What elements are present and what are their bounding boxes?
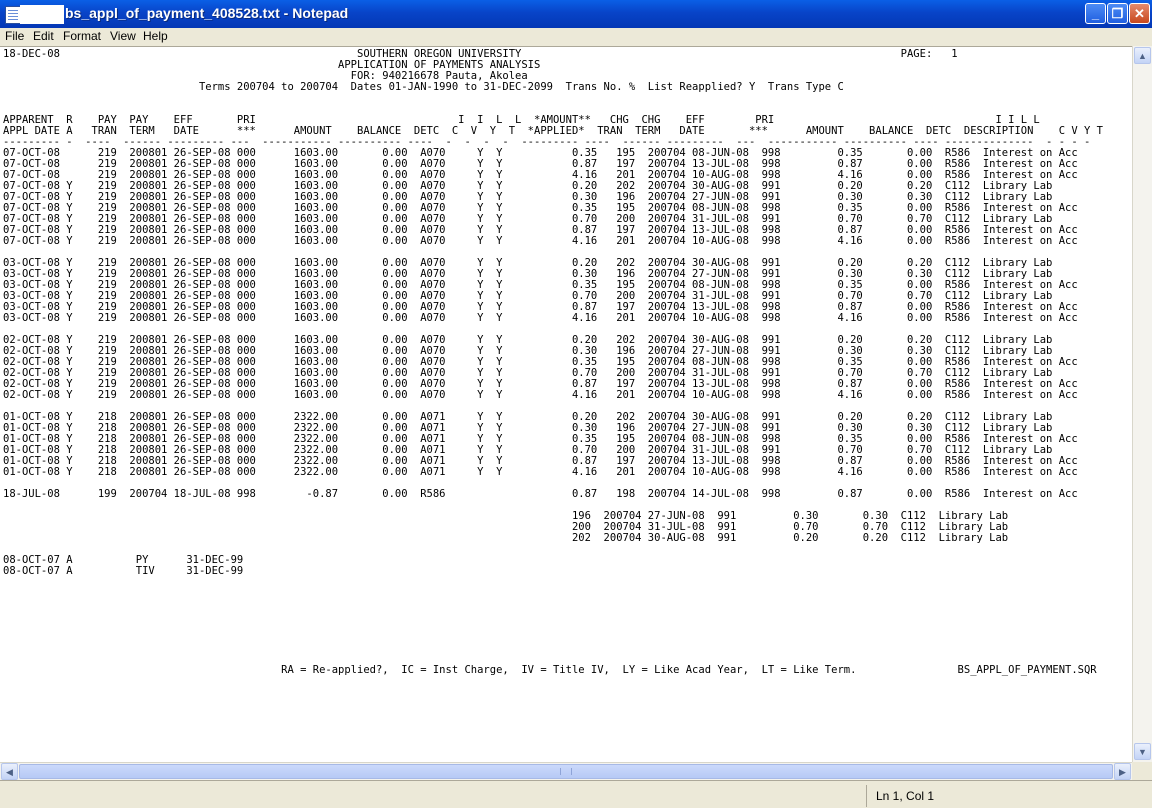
close-icon: ✕ xyxy=(1134,6,1145,21)
close-button[interactable]: ✕ xyxy=(1129,3,1150,24)
horizontal-scroll-thumb[interactable] xyxy=(19,764,1113,779)
redacted-filename-prefix xyxy=(20,5,64,24)
document-text[interactable]: 18-DEC-08 SOUTHERN OREGON UNIVERSITY PAG… xyxy=(0,47,1132,676)
menu-view[interactable]: View xyxy=(110,29,136,43)
menu-edit[interactable]: Edit xyxy=(33,29,54,43)
chevron-down-icon: ▼ xyxy=(1138,747,1147,757)
scroll-left-button[interactable]: ◀ xyxy=(1,763,18,780)
maximize-button[interactable]: ❐ xyxy=(1107,3,1128,24)
menu-file[interactable]: File xyxy=(5,29,24,43)
menu-help[interactable]: Help xyxy=(143,29,168,43)
menu-bar: File Edit Format View Help xyxy=(0,28,1152,46)
text-editor[interactable]: 18-DEC-08 SOUTHERN OREGON UNIVERSITY PAG… xyxy=(0,46,1132,763)
chevron-up-icon: ▲ xyxy=(1138,51,1147,61)
minimize-icon: _ xyxy=(1091,6,1100,21)
scroll-right-button[interactable]: ▶ xyxy=(1114,763,1131,780)
chevron-right-icon: ▶ xyxy=(1119,767,1126,777)
scrollbar-corner xyxy=(1132,762,1152,780)
scroll-up-button[interactable]: ▲ xyxy=(1134,47,1151,64)
horizontal-scrollbar[interactable]: ◀ ▶ xyxy=(0,762,1132,780)
scroll-down-button[interactable]: ▼ xyxy=(1134,743,1151,760)
menu-format[interactable]: Format xyxy=(63,29,101,43)
title-bar[interactable]: bs_appl_of_payment_408528.txt - Notepad … xyxy=(0,0,1152,28)
cursor-position: Ln 1, Col 1 xyxy=(876,789,935,803)
chevron-left-icon: ◀ xyxy=(6,767,13,777)
notepad-icon[interactable] xyxy=(5,6,21,24)
status-divider xyxy=(866,785,867,807)
status-bar: Ln 1, Col 1 xyxy=(0,780,1152,808)
window-title: bs_appl_of_payment_408528.txt - Notepad xyxy=(65,5,349,21)
grip-icon xyxy=(560,768,572,775)
maximize-icon: ❐ xyxy=(1111,6,1124,21)
vertical-scrollbar[interactable]: ▲ ▼ xyxy=(1132,46,1152,762)
minimize-button[interactable]: _ xyxy=(1085,3,1106,24)
